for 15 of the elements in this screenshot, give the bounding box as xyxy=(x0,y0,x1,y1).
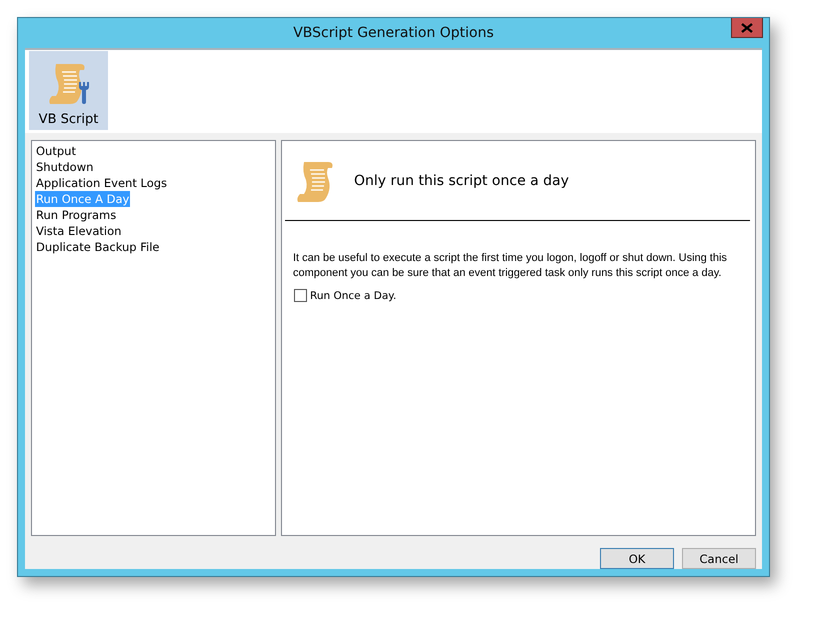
list-item[interactable]: Duplicate Backup File xyxy=(35,239,160,255)
list-item[interactable]: Vista Elevation xyxy=(35,223,122,239)
list-item[interactable]: Output xyxy=(35,143,77,159)
list-item[interactable]: Run Programs xyxy=(35,207,118,223)
list-item[interactable]: Shutdown xyxy=(35,159,94,175)
dialog-button[interactable]: Cancel xyxy=(682,548,756,569)
panel-heading: Only run this script once a day xyxy=(354,173,569,189)
close-icon xyxy=(741,22,753,32)
close-button[interactable] xyxy=(731,18,763,38)
run-once-checkbox[interactable]: Run Once a Day. xyxy=(294,289,755,302)
description-text: It can be useful to execute a script the first time you logon, logoff or shut down. Using this component you can be sure that an event triggered task only runs this script once a day. xyxy=(293,251,728,281)
list-item[interactable]: Application Event Logs xyxy=(35,175,168,191)
toolbar-tab[interactable]: VB Script xyxy=(29,51,108,130)
dialog-button[interactable]: OK xyxy=(600,548,674,569)
window-title: VBScript Generation Options xyxy=(293,25,494,41)
